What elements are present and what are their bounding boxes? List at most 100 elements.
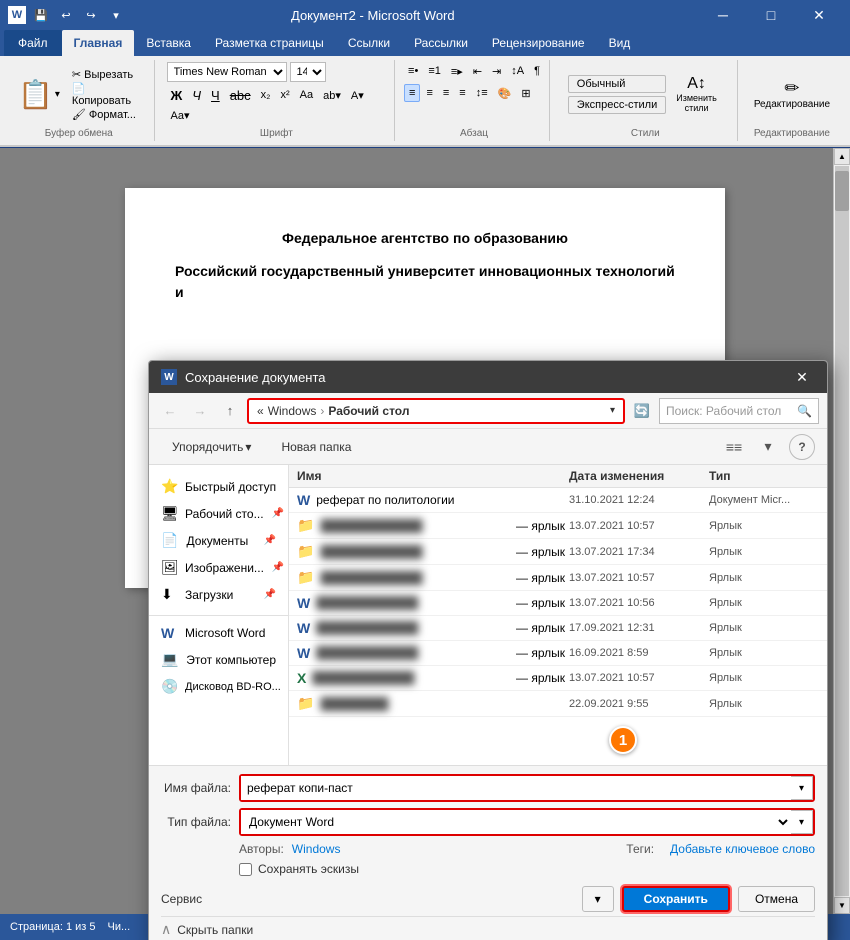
downloads-label: Загрузки bbox=[185, 588, 233, 602]
filename-dropdown-button[interactable]: ▾ bbox=[791, 776, 813, 800]
file-name: ████████████ bbox=[312, 671, 516, 685]
sidebar-this-pc[interactable]: 💻 Этот компьютер bbox=[149, 646, 288, 673]
filetype-label: Тип файла: bbox=[161, 815, 231, 829]
tags-add-button[interactable]: Добавьте ключевое слово bbox=[670, 842, 815, 856]
documents-pin: 📌 bbox=[264, 535, 276, 546]
filename-label: Имя файла: bbox=[161, 781, 231, 795]
file-date: 13.07.2021 10:56 bbox=[569, 597, 709, 609]
nav-up-button[interactable]: ↑ bbox=[217, 398, 243, 424]
dialog-sidebar: ⭐ Быстрый доступ 🖥 Рабочий сто... 📌 📄 До… bbox=[149, 465, 289, 765]
file-type: Ярлык bbox=[709, 698, 819, 710]
file-name: ████████████ bbox=[320, 571, 516, 585]
file-row[interactable]: 📁 ████████████ — ярлык 13.07.2021 17:34 … bbox=[289, 539, 827, 565]
dvd-label: Дисковод BD-RO... bbox=[185, 681, 281, 693]
file-row[interactable]: W реферат по политологии 31.10.2021 12:2… bbox=[289, 488, 827, 513]
dialog-toolbar: Упорядочить ▾ Новая папка ≡≡ ▾ ? bbox=[149, 429, 827, 465]
step-1-indicator: 1 bbox=[609, 726, 637, 754]
sidebar-desktop[interactable]: 🖥 Рабочий сто... 📌 bbox=[149, 500, 288, 527]
filetype-select[interactable]: Документ Word bbox=[241, 810, 791, 834]
file-row[interactable]: X ████████████ — ярлык 13.07.2021 10:57 … bbox=[289, 666, 827, 691]
file-date: 13.07.2021 10:57 bbox=[569, 520, 709, 532]
this-pc-label: Этот компьютер bbox=[186, 653, 276, 667]
file-type: Ярлык bbox=[709, 546, 819, 558]
file-name: ████████████ bbox=[316, 621, 516, 635]
sidebar-downloads[interactable]: ⬇ Загрузки 📌 bbox=[149, 581, 288, 608]
file-date: 13.07.2021 10:57 bbox=[569, 572, 709, 584]
dialog-close-button[interactable]: ✕ bbox=[789, 364, 815, 390]
file-list-header: Имя Дата изменения Тип bbox=[289, 465, 827, 488]
word-icon: W bbox=[297, 620, 310, 636]
downloads-pin: 📌 bbox=[264, 589, 276, 600]
file-date: 17.09.2021 12:31 bbox=[569, 622, 709, 634]
dialog-title: Сохранение документа bbox=[185, 370, 326, 385]
file-date: 16.09.2021 8:59 bbox=[569, 647, 709, 659]
word-icon: W bbox=[297, 595, 310, 611]
arrange-label: Упорядочить bbox=[172, 440, 243, 454]
quick-access-icon: ⭐ bbox=[161, 478, 177, 495]
page-info: Страница: 1 из 5 bbox=[10, 921, 96, 933]
status-bar: Страница: 1 из 5 Чи... bbox=[0, 914, 850, 940]
dvd-icon: 💿 bbox=[161, 678, 177, 695]
word-count: Чи... bbox=[108, 921, 131, 933]
file-name-suffix: — ярлык bbox=[516, 519, 565, 533]
file-date: 13.07.2021 10:57 bbox=[569, 672, 709, 684]
downloads-icon: ⬇ bbox=[161, 586, 177, 603]
author-value[interactable]: Windows bbox=[292, 842, 341, 856]
refresh-button[interactable]: 🔄 bbox=[629, 398, 655, 424]
file-row[interactable]: W ████████████ — ярлык 16.09.2021 8:59 Я… bbox=[289, 641, 827, 666]
sidebar-documents[interactable]: 📄 Документы 📌 bbox=[149, 527, 288, 554]
filename-row: Имя файла: ▾ bbox=[161, 774, 815, 802]
file-type: Ярлык bbox=[709, 520, 819, 532]
file-name-suffix: — ярлык bbox=[516, 545, 565, 559]
sidebar-quick-access[interactable]: ⭐ Быстрый доступ bbox=[149, 473, 288, 500]
help-button[interactable]: ? bbox=[789, 434, 815, 460]
dialog-body: ⭐ Быстрый доступ 🖥 Рабочий сто... 📌 📄 До… bbox=[149, 465, 827, 765]
sidebar-dvd[interactable]: 💿 Дисковод BD-RO... bbox=[149, 673, 288, 700]
dialog-logo: W bbox=[161, 369, 177, 385]
images-label: Изображени... bbox=[185, 561, 264, 575]
col-date-header: Дата изменения bbox=[569, 469, 709, 483]
view-dropdown-button[interactable]: ▾ bbox=[755, 434, 781, 460]
search-box[interactable]: Поиск: Рабочий стол 🔍 bbox=[659, 398, 819, 424]
arrange-dropdown-icon: ▾ bbox=[245, 440, 251, 454]
file-icon-word: W bbox=[297, 492, 310, 508]
path-dropdown-button[interactable]: ▾ bbox=[610, 405, 615, 416]
excel-icon: X bbox=[297, 670, 306, 686]
file-type: Ярлык bbox=[709, 572, 819, 584]
desktop-label: Рабочий сто... bbox=[185, 507, 264, 521]
nav-forward-button[interactable]: → bbox=[187, 398, 213, 424]
file-name: ████████████ bbox=[320, 519, 516, 533]
sidebar-images[interactable]: 🖼 Изображени... 📌 bbox=[149, 554, 288, 581]
path-current: Рабочий стол bbox=[328, 404, 409, 418]
quick-access-label: Быстрый доступ bbox=[185, 480, 276, 494]
file-row[interactable]: W ████████████ — ярлык 17.09.2021 12:31 … bbox=[289, 616, 827, 641]
view-toggle-button[interactable]: ≡≡ bbox=[721, 434, 747, 460]
file-name: ████████████ bbox=[316, 646, 516, 660]
file-row[interactable]: 📁 ████████████ — ярлык 13.07.2021 10:57 … bbox=[289, 513, 827, 539]
filetype-dropdown-button[interactable]: ▾ bbox=[791, 810, 813, 834]
file-name: ████████████ bbox=[320, 545, 516, 559]
tags-label: Теги: bbox=[626, 842, 654, 856]
msword-label: Microsoft Word bbox=[185, 626, 265, 640]
arrange-button[interactable]: Упорядочить ▾ bbox=[161, 434, 262, 460]
file-row[interactable]: 📁 ████████████ — ярлык 13.07.2021 10:57 … bbox=[289, 565, 827, 591]
new-folder-button[interactable]: Новая папка bbox=[270, 434, 362, 460]
filename-input[interactable] bbox=[241, 776, 791, 800]
file-name-suffix: — ярлык bbox=[516, 671, 565, 685]
scroll-down-button[interactable]: ▼ bbox=[834, 897, 850, 914]
search-placeholder: Поиск: Рабочий стол bbox=[666, 404, 793, 418]
sidebar-msword[interactable]: W Microsoft Word bbox=[149, 620, 288, 646]
file-name-suffix: — ярлык bbox=[516, 646, 565, 660]
save-thumbnails-checkbox[interactable] bbox=[239, 863, 252, 876]
nav-back-button[interactable]: ← bbox=[157, 398, 183, 424]
path-bar[interactable]: « Windows › Рабочий стол ▾ bbox=[247, 398, 625, 424]
images-pin: 📌 bbox=[272, 562, 284, 573]
file-list[interactable]: Имя Дата изменения Тип W реферат по поли… bbox=[289, 465, 827, 765]
path-prefix: « bbox=[257, 404, 264, 418]
save-dialog: W Сохранение документа 1 ✕ ← → ↑ « Windo… bbox=[148, 360, 828, 940]
file-row[interactable]: 📁 ████████ 22.09.2021 9:55 Ярлык bbox=[289, 691, 827, 717]
author-label: Авторы: bbox=[239, 842, 284, 856]
file-row[interactable]: W ████████████ — ярлык 13.07.2021 10:56 … bbox=[289, 591, 827, 616]
documents-icon: 📄 bbox=[161, 532, 178, 549]
folder-icon: 📁 bbox=[297, 517, 314, 534]
